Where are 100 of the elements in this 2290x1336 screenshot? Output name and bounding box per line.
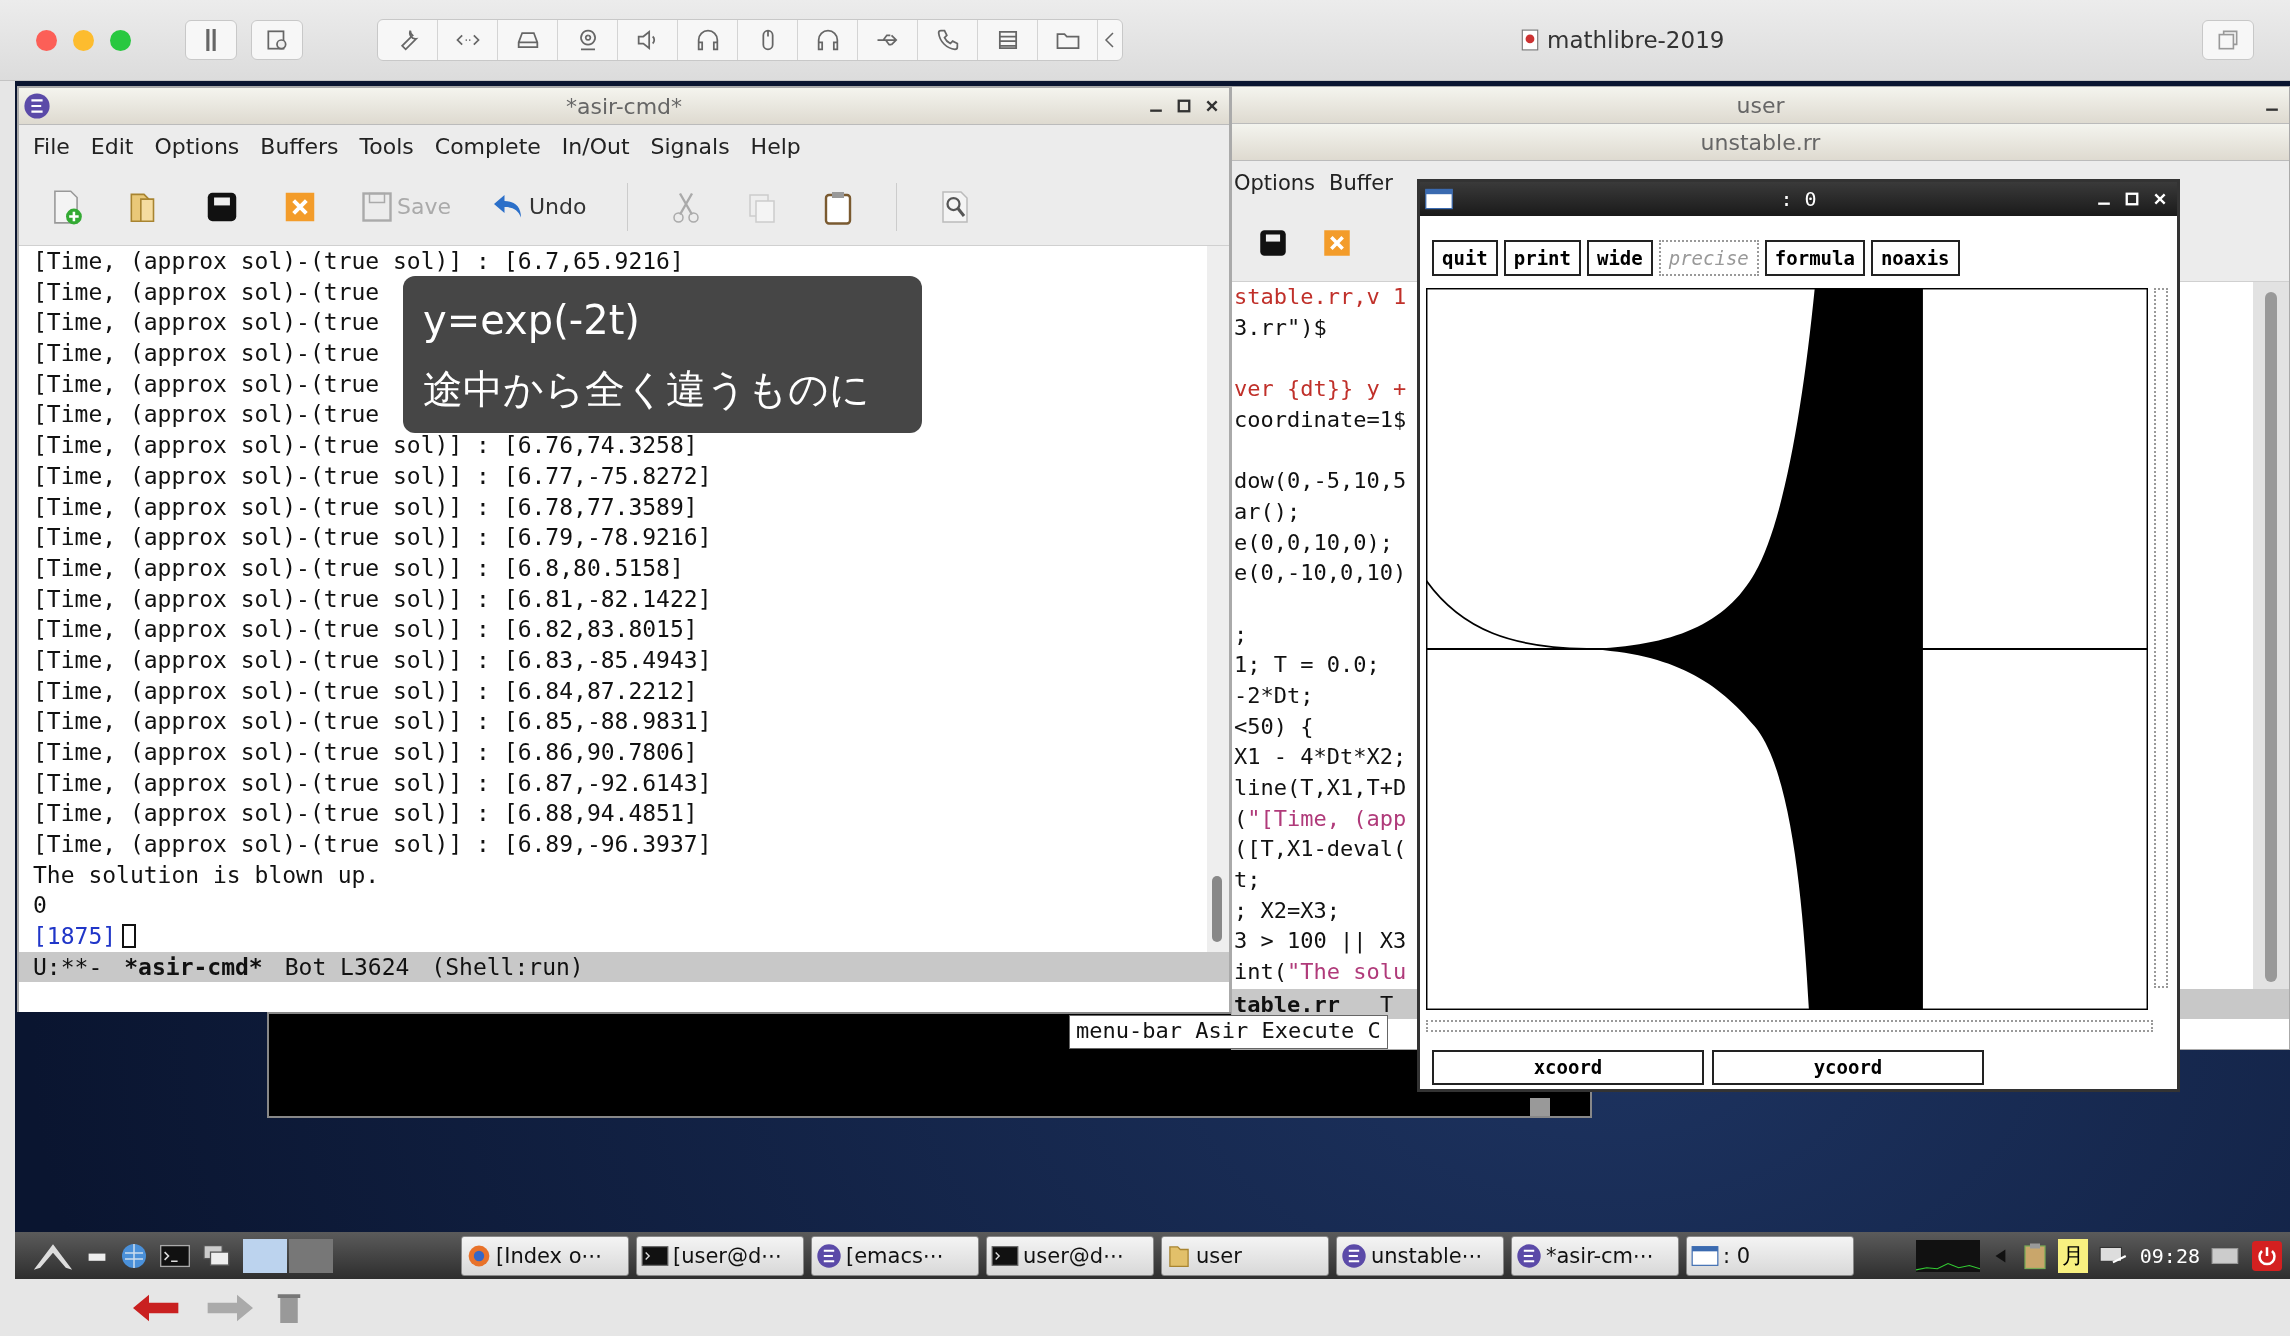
output-line: [Time, (approx sol)-(true [33,339,380,369]
workspace-pager[interactable] [243,1238,333,1273]
plot-button[interactable]: noaxis [1870,240,1960,276]
code-line: 1; T = 0.0; [1234,651,1380,680]
window-title: *asir-cmd* [565,93,683,119]
menu-item[interactable]: Buffer [1329,170,1393,195]
mode-line-text: (Shell:run) [431,953,584,980]
taskbar-button[interactable]: user@d⋯ [986,1235,1154,1276]
code-line: ; [1234,620,1248,649]
code-line: e(0,0,10,0); [1234,528,1393,557]
close-icon[interactable] [1205,99,1219,113]
taskbar-button[interactable]: [Index o⋯ [461,1235,629,1276]
pause-button[interactable] [185,20,237,60]
taskbar-button[interactable]: unstable⋯ [1336,1235,1504,1276]
output-line: [Time, (approx sol)-(true sol)] : [6.83,-85.4943] [33,645,712,675]
output-line: [Time, (approx sol)-(true sol)] : [6.8,80.5158] [33,553,684,583]
toolbar-button[interactable]: Undo [491,188,587,225]
prompt: [1875] [33,922,117,952]
output-line: [Time, (approx sol)-(true sol)] : [6.88,94.4851] [33,799,698,829]
code-line: ([T,X1-deval( [1234,835,1407,864]
window-title: : 0 [1780,187,1817,211]
mode-line-text: Bot L3624 [284,953,410,980]
code-line: ("[Time, (app [1234,804,1407,833]
pause-icon [206,29,216,51]
coordinate-field: ycoord [1712,1050,1984,1085]
output-line: [Time, (approx sol)-(true sol)] : [6.82,83.8015] [33,615,698,645]
cpu-graph-icon [1915,1239,1980,1272]
output-line: [Time, (approx sol)-(true sol)] : [6.79,-78.9216] [33,523,712,553]
scrollbar[interactable] [2154,288,2168,988]
menu-item[interactable]: Options [154,134,240,159]
taskbar-button[interactable]: [user@d⋯ [636,1235,804,1276]
taskbar-button[interactable]: user [1161,1235,1329,1276]
menu-item[interactable]: In/Out [561,134,630,159]
output-line: [Time, (approx sol)-(true sol)] : [6.76,74.3258] [33,431,698,461]
output-line: [Time, (approx sol)-(true [33,277,380,307]
code-line: e(0,-10,0,10) [1234,559,1407,588]
menu-item[interactable]: Options [1234,170,1316,195]
output-line: [Time, (approx sol)-(true sol)] : [6.7,65.9216] [33,247,684,276]
buffer-name: table.rr [1234,991,1340,1017]
window-icon [1691,1243,1719,1268]
taskbar-button[interactable]: [emacs⋯ [811,1235,979,1276]
subtitle-text: 途中から全く違うものに [423,365,870,414]
output-line: [Time, (approx sol)-(true sol)] : [6.84,87.2212] [33,676,698,706]
menu-item[interactable]: Signals [650,134,730,159]
output-line: [Time, (approx sol)-(true [33,369,380,399]
code-line: stable.rr,v 1 [1234,283,1407,311]
scrollbar[interactable] [1426,1020,2153,1032]
code-line: ver {dt}} y + [1234,375,1407,404]
emacs-logo-icon [1516,1242,1542,1269]
output-line: [Time, (approx sol)-(true [33,400,380,430]
output-line: The solution is blown up. [33,860,380,890]
menu-item[interactable]: Buffers [260,134,339,159]
menu-item[interactable]: Help [750,134,801,159]
window-title: user [1736,92,1785,118]
power-icon[interactable] [2252,1240,2282,1271]
code-line: 3 > 100 || X3 [1234,927,1407,956]
taskbar-button[interactable]: *asir-cm⋯ [1511,1235,1679,1276]
input-method-indicator[interactable]: 月 [2057,1238,2088,1273]
taskbar-button[interactable]: : 0 [1686,1235,1854,1276]
clock[interactable]: 09:28 [2139,1243,2200,1268]
code-line: 3.rr")$ [1234,313,1327,342]
terminal-icon [641,1243,669,1268]
maximize-icon[interactable] [1177,99,1191,113]
emacs-logo-icon [816,1242,842,1269]
text-cursor [122,924,137,949]
output-line: [Time, (approx sol)-(true sol)] : [6.89,-96.3937] [33,830,712,860]
code-line: dow(0,-5,10,5 [1234,467,1407,496]
code-line: X1 - 4*Dt*X2; [1234,743,1407,772]
code-line: ; X2=X3; [1234,896,1340,925]
output-line: [Time, (approx sol)-(true sol)] : [6.86,90.7806] [33,738,698,767]
terminal-icon[interactable] [159,1242,191,1269]
menu-item[interactable]: Edit [90,134,134,159]
code-line: -2*Dt; [1234,681,1314,710]
scrollbar[interactable] [1207,246,1229,952]
terminal-icon [991,1243,1019,1268]
plot-button[interactable]: print [1503,240,1581,276]
output-line: 0 [33,891,47,921]
snapshot-button[interactable] [251,20,303,60]
plot-button[interactable]: quit [1432,240,1498,276]
buffer-name: *asir-cmd* [124,953,263,980]
plot-button[interactable]: formula [1764,240,1865,276]
window-mode-button[interactable] [2202,20,2254,60]
plot-button[interactable]: wide [1586,240,1653,276]
output-line: [Time, (approx sol)-(true sol)] : [6.77,-75.8272] [33,461,712,491]
subtitle-text: y=exp(-2t) [423,296,640,345]
mode-line-text: T [1379,991,1394,1017]
code-line: int("The solu [1234,958,1407,987]
code-line: ar(); [1234,497,1301,526]
code-line: line(T,X1,T+D [1234,774,1407,802]
scrollbar[interactable] [2253,282,2289,989]
menu-item[interactable]: Complete [434,134,541,159]
window-title: unstable.rr [1700,129,1821,155]
menu-item[interactable]: File [33,134,70,159]
code-line: t; [1234,866,1261,895]
coordinate-field: xcoord [1432,1050,1704,1085]
menu-item[interactable]: Tools [359,134,414,159]
tooltip: menu-bar Asir Execute C [1069,1015,1388,1049]
output-line: [Time, (approx sol)-(true sol)] : [6.78,77.3589] [33,492,698,522]
document-icon [1521,29,1539,51]
output-line: [Time, (approx sol)-(true sol)] : [6.81,-82.1422] [33,584,712,614]
